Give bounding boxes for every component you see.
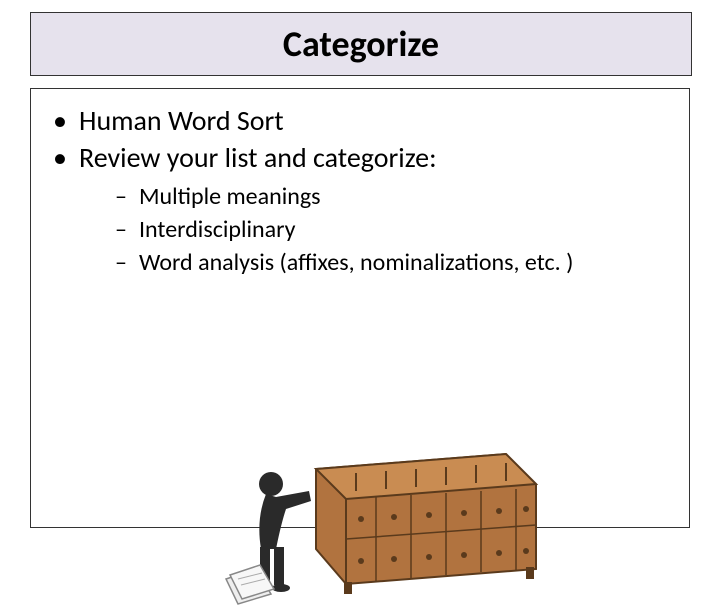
title-box: Categorize	[30, 12, 692, 76]
sub-bullet-text: Word analysis (affixes, nominalizations,…	[139, 248, 573, 277]
bullet-list: Human Word Sort Review your list and cat…	[31, 103, 689, 279]
bullet-item: Review your list and categorize: Multipl…	[59, 140, 689, 279]
sub-bullet-text: Multiple meanings	[139, 182, 321, 211]
slide: Categorize Human Word Sort Review your l…	[0, 0, 720, 540]
sub-bullet-item: Word analysis (affixes, nominalizations,…	[119, 247, 689, 278]
bullet-item: Human Word Sort	[59, 103, 689, 138]
sub-bullet-item: Multiple meanings	[119, 181, 689, 212]
sub-bullet-text: Interdisciplinary	[139, 215, 295, 244]
sub-bullet-list: Multiple meanings Interdisciplinary Word…	[79, 181, 689, 279]
sub-bullet-item: Interdisciplinary	[119, 214, 689, 245]
slide-title: Categorize	[283, 22, 439, 66]
filing-illustration-icon	[216, 429, 546, 609]
bullet-text: Human Word Sort	[79, 103, 284, 138]
body-box: Human Word Sort Review your list and cat…	[30, 88, 690, 528]
bullet-text: Review your list and categorize:	[79, 140, 437, 175]
